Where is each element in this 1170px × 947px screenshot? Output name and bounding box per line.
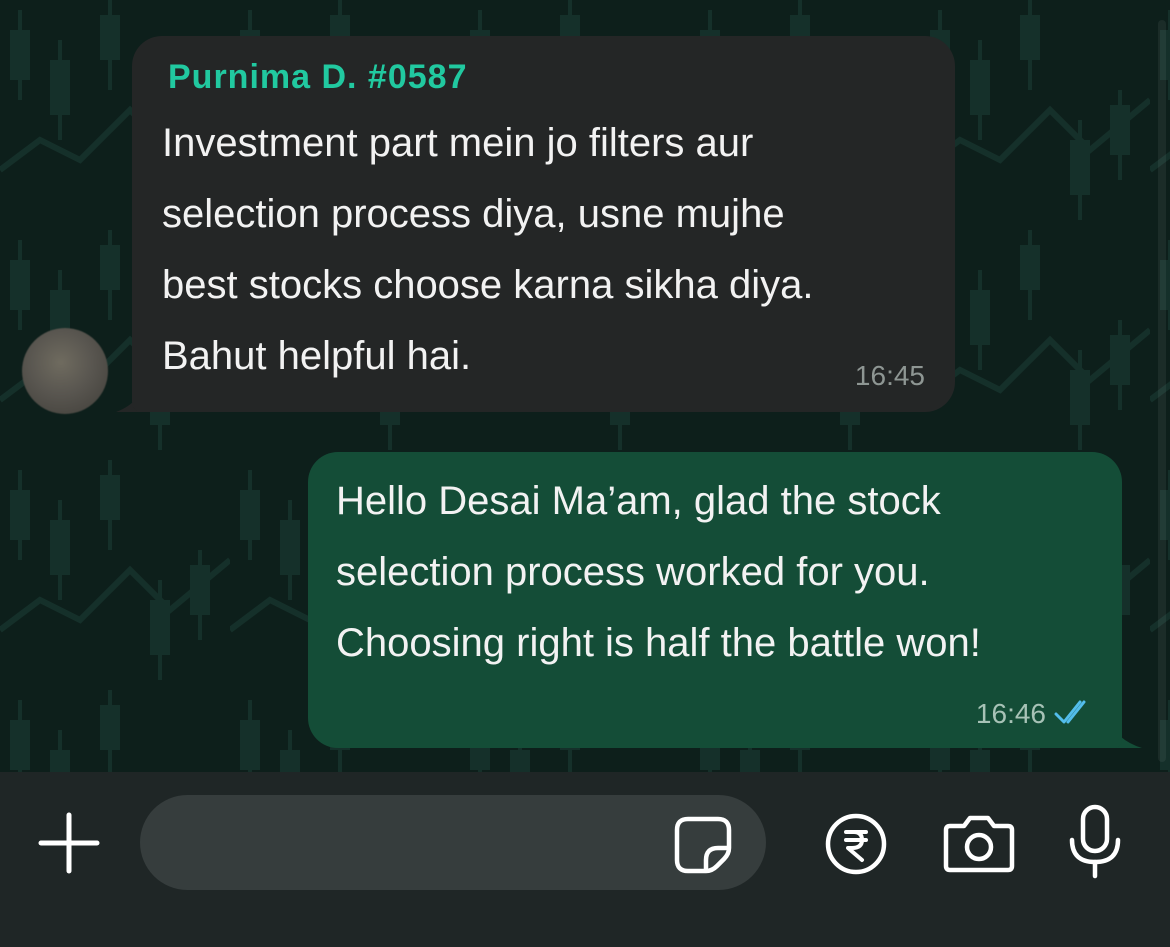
attach-button[interactable]: [36, 810, 102, 876]
camera-button[interactable]: [942, 812, 1016, 874]
incoming-message-time: 16:45: [854, 360, 925, 391]
voice-message-button[interactable]: [1066, 804, 1124, 880]
sticker-icon: [674, 816, 732, 874]
camera-icon: [943, 815, 1015, 873]
incoming-message-bubble[interactable]: Purnima D. #0587 Investment part mein jo…: [132, 36, 955, 412]
chat-area[interactable]: Purnima D. #0587 Investment part mein jo…: [0, 0, 1170, 772]
sender-name[interactable]: Purnima D. #0587: [168, 58, 467, 97]
double-check-icon: [1054, 700, 1086, 724]
rupee-icon: [825, 813, 887, 875]
payment-button[interactable]: [824, 812, 888, 876]
chat-scrollbar[interactable]: [1158, 20, 1166, 762]
outgoing-message-bubble[interactable]: Hello Desai Ma’am, glad the stock select…: [308, 452, 1122, 748]
microphone-icon: [1069, 804, 1121, 879]
incoming-message-text: Investment part mein jo filters aur sele…: [162, 121, 814, 378]
outgoing-message-time: 16:46: [975, 698, 1046, 729]
sticker-button[interactable]: [672, 814, 734, 876]
plus-icon: [38, 812, 100, 874]
outgoing-message-text: Hello Desai Ma’am, glad the stock select…: [336, 479, 981, 665]
avatar[interactable]: [22, 328, 108, 414]
